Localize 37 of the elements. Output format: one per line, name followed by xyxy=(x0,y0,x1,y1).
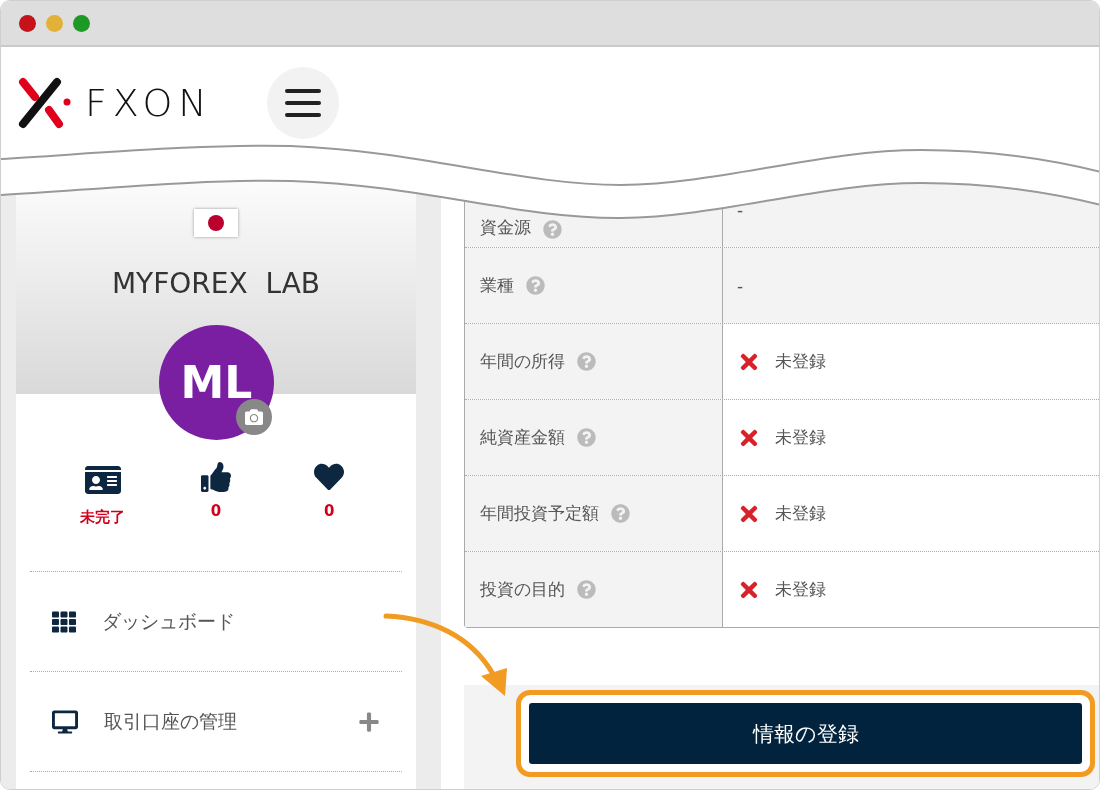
logo-text: FXON xyxy=(85,81,213,125)
flag-icon xyxy=(194,209,238,237)
stat-value: 0 xyxy=(210,502,222,520)
field-label: 年間投資予定額 xyxy=(480,502,599,525)
heart-icon xyxy=(314,462,345,492)
help-icon[interactable] xyxy=(577,428,596,447)
help-icon[interactable] xyxy=(577,580,596,599)
menu-item[interactable]: ダッシュボード xyxy=(30,572,402,672)
help-icon[interactable] xyxy=(543,220,562,239)
field-label: 業種 xyxy=(480,274,514,297)
plus-icon[interactable] xyxy=(358,710,380,733)
close-button[interactable] xyxy=(19,14,36,32)
grid-icon xyxy=(52,609,76,634)
field-value: 未登録 xyxy=(775,426,826,449)
zoom-button[interactable] xyxy=(73,14,90,32)
thumbs-up-icon xyxy=(201,462,231,492)
help-icon[interactable] xyxy=(611,504,630,523)
field-value: 未登録 xyxy=(775,502,826,525)
minimize-button[interactable] xyxy=(46,14,63,32)
stat-value: 未完了 xyxy=(80,508,126,527)
register-button[interactable]: 情報の登録 xyxy=(529,703,1082,764)
field-value: 未登録 xyxy=(775,350,826,373)
field-label: 投資の目的 xyxy=(480,578,565,601)
avatar: ML xyxy=(159,325,274,440)
help-icon[interactable] xyxy=(526,276,545,295)
field-label: 資金源 xyxy=(480,216,531,239)
camera-icon xyxy=(245,408,263,426)
field-value: 未登録 xyxy=(775,578,826,601)
stat-value: 0 xyxy=(324,502,335,520)
profile-name: MYFOREX LAB xyxy=(111,267,321,300)
field-value: - xyxy=(737,199,744,220)
help-icon[interactable] xyxy=(577,352,596,371)
menu-item[interactable]: 取引口座の管理 xyxy=(30,672,402,772)
field-label: 純資産金額 xyxy=(480,426,565,449)
field-label: 年間の所得 xyxy=(480,350,565,373)
monitor-icon xyxy=(52,708,78,735)
field-value: - xyxy=(737,275,744,296)
